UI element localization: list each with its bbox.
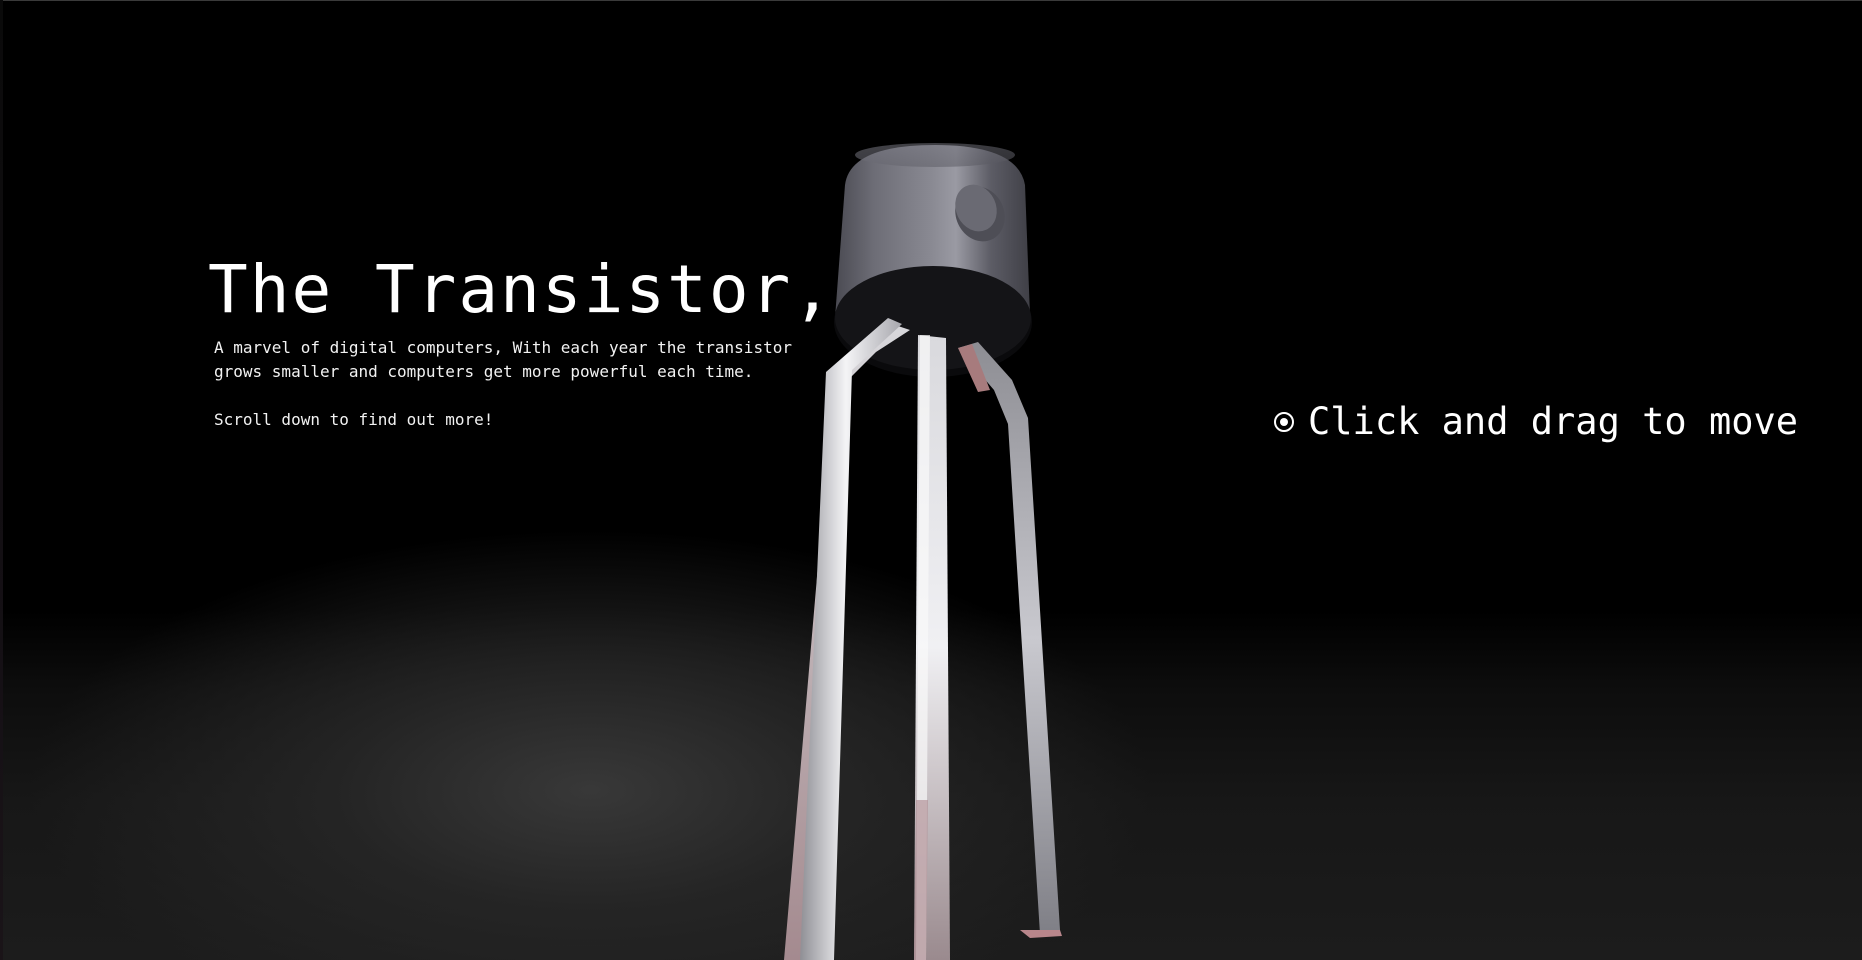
- hero-section: The Transistor, A marvel of digital comp…: [208, 250, 834, 432]
- drag-hint-label: Click and drag to move: [1308, 400, 1799, 443]
- radio-dot-icon: [1274, 411, 1294, 432]
- 3d-viewport[interactable]: [0, 0, 1862, 960]
- hero-description: A marvel of digital computers, With each…: [214, 338, 792, 381]
- page-title: The Transistor,: [208, 251, 835, 328]
- scroll-hint: Scroll down to find out more!: [214, 410, 494, 429]
- landing-stage: The Transistor, A marvel of digital comp…: [0, 0, 1862, 960]
- transistor-lead-right: [958, 342, 1062, 938]
- transistor-lead-middle: [914, 335, 950, 960]
- drag-hint: Click and drag to move: [1274, 400, 1798, 443]
